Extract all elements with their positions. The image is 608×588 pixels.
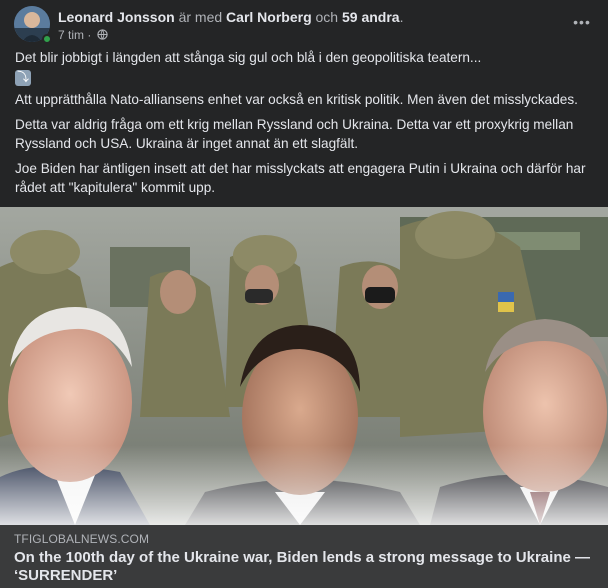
post-paragraph: Detta var aldrig fråga om ett krig mella…	[15, 117, 574, 151]
arrow-down-right-emoji	[15, 68, 31, 87]
period: .	[399, 9, 404, 25]
and-text: och	[315, 9, 339, 25]
post-paragraph: Det blir jobbigt i längden att stånga si…	[15, 50, 482, 65]
feed-post: Leonard Jonsson är med Carl Norberg och …	[0, 0, 608, 588]
with-text: är med	[178, 9, 223, 25]
more-horizontal-icon: •••	[573, 14, 591, 30]
link-preview-card[interactable]: TFIGLOBALNEWS.COM On the 100th day of th…	[0, 525, 608, 588]
meta-separator: ·	[87, 28, 92, 42]
post-paragraph: Att upprätthålla Nato-alliansens enhet v…	[15, 92, 578, 107]
news-photo	[0, 207, 608, 525]
link-preview-image[interactable]	[0, 207, 608, 525]
author-line: Leonard Jonsson är med Carl Norberg och …	[58, 8, 403, 26]
post-paragraph: Joe Biden har äntligen insett att det ha…	[15, 161, 586, 195]
post-time[interactable]: 7 tim	[58, 28, 84, 42]
author-name[interactable]: Leonard Jonsson	[58, 9, 175, 25]
emoji-line	[15, 68, 593, 89]
link-headline[interactable]: On the 100th day of the Ukraine war, Bid…	[14, 549, 599, 585]
online-status-dot	[42, 34, 52, 44]
tagged-person[interactable]: Carl Norberg	[226, 9, 312, 25]
post-meta: 7 tim ·	[58, 27, 108, 43]
more-options-button[interactable]: •••	[570, 12, 594, 32]
globe-icon	[97, 29, 108, 40]
post-text: Det blir jobbigt i längden att stånga si…	[15, 48, 593, 203]
post-header: Leonard Jonsson är med Carl Norberg och …	[14, 6, 594, 44]
tagged-others[interactable]: 59 andra	[342, 9, 400, 25]
link-domain: TFIGLOBALNEWS.COM	[14, 532, 150, 546]
